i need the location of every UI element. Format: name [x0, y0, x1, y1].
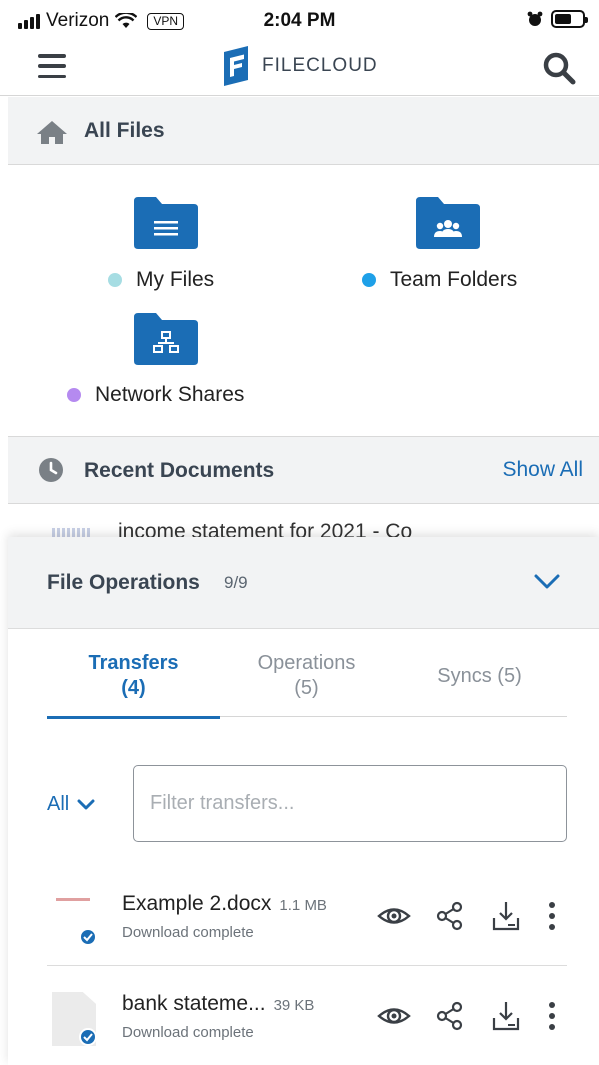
file-name-text: Example 2.docx [122, 892, 272, 915]
share-icon[interactable] [433, 1000, 467, 1032]
folder-team-folders[interactable]: Team Folders [362, 268, 517, 292]
network-shares-dot [67, 388, 81, 402]
chevron-down-icon [77, 799, 95, 809]
tab-transfers-label: Transfers [88, 652, 179, 674]
recent-documents-title: Recent Documents [84, 459, 275, 482]
chevron-down-icon[interactable] [533, 569, 561, 593]
file-operations-sheet: File Operations 9/9 Transfers (4) Operat… [8, 537, 599, 1065]
app-header: FILECLOUD [0, 42, 599, 96]
clock: 2:04 PM [263, 10, 336, 31]
file-size: 39 KB [273, 997, 315, 1014]
file-name: Example 2.docx 1.1 MB [122, 892, 327, 916]
check-icon [79, 928, 97, 946]
transfer-status: Download complete [122, 924, 254, 941]
transfer-row[interactable]: bank stateme... 39 KB Download complete [47, 982, 567, 1062]
team-folders-dot [362, 273, 376, 287]
file-size: 1.1 MB [279, 897, 327, 914]
tab-syncs[interactable]: Syncs (5) [393, 651, 566, 717]
tab-operations-label: Operations [257, 652, 356, 674]
clock-icon [39, 458, 63, 482]
file-operations-count: 9/9 [224, 573, 248, 592]
show-all-link[interactable]: Show All [502, 458, 583, 482]
eye-icon[interactable] [377, 1000, 411, 1032]
share-icon[interactable] [433, 900, 467, 932]
transfer-row[interactable]: Example 2.docx 1.1 MB Download complete [47, 882, 567, 966]
folder-my-files[interactable]: My Files [108, 268, 214, 292]
more-vertical-icon[interactable] [545, 1000, 559, 1032]
download-icon[interactable] [489, 900, 523, 932]
my-files-label: My Files [136, 268, 215, 291]
filter-scope-value: All [47, 793, 70, 815]
battery-icon [551, 10, 588, 28]
folder-network-icon[interactable] [134, 313, 198, 365]
folder-team-icon[interactable] [416, 197, 480, 249]
app-logo: FILECLOUD [220, 46, 378, 86]
home-icon [37, 121, 67, 144]
tab-transfers[interactable]: Transfers (4) [47, 651, 220, 719]
app-name: FILECLOUD [262, 55, 378, 76]
menu-icon[interactable] [38, 54, 66, 78]
folder-document-icon[interactable] [134, 197, 198, 249]
folder-network-shares[interactable]: Network Shares [67, 383, 244, 407]
tab-syncs-label: Syncs (5) [437, 665, 522, 687]
tab-operations-count: (5) [294, 677, 319, 699]
all-files-title: All Files [84, 119, 165, 142]
network-shares-label: Network Shares [95, 383, 245, 406]
eye-icon[interactable] [377, 900, 411, 932]
search-icon[interactable] [541, 50, 577, 86]
file-name: bank stateme... 39 KB [122, 992, 314, 1016]
tab-operations[interactable]: Operations (5) [220, 651, 393, 717]
status-bar: Verizon VPN 2:04 PM [0, 0, 599, 44]
filter-transfers-input[interactable] [133, 765, 567, 842]
file-operations-tabs: Transfers (4) Operations (5) Syncs (5) [47, 651, 567, 719]
my-files-dot [108, 273, 122, 287]
filecloud-logo-icon [224, 46, 248, 86]
transfer-status: Download complete [122, 1024, 254, 1041]
file-name-text: bank stateme... [122, 992, 266, 1015]
download-icon[interactable] [489, 1000, 523, 1032]
filter-scope-dropdown[interactable]: All [47, 793, 95, 816]
team-folders-label: Team Folders [390, 268, 518, 291]
alarm-icon [527, 11, 543, 26]
file-operations-header[interactable]: File Operations 9/9 [8, 537, 599, 629]
more-vertical-icon[interactable] [545, 900, 559, 932]
check-icon [79, 1028, 97, 1046]
all-files-bar[interactable]: All Files [8, 97, 599, 165]
tab-transfers-count: (4) [121, 677, 146, 699]
recent-documents-bar: Recent Documents Show All [8, 436, 599, 504]
file-operations-title: File Operations [47, 571, 200, 594]
